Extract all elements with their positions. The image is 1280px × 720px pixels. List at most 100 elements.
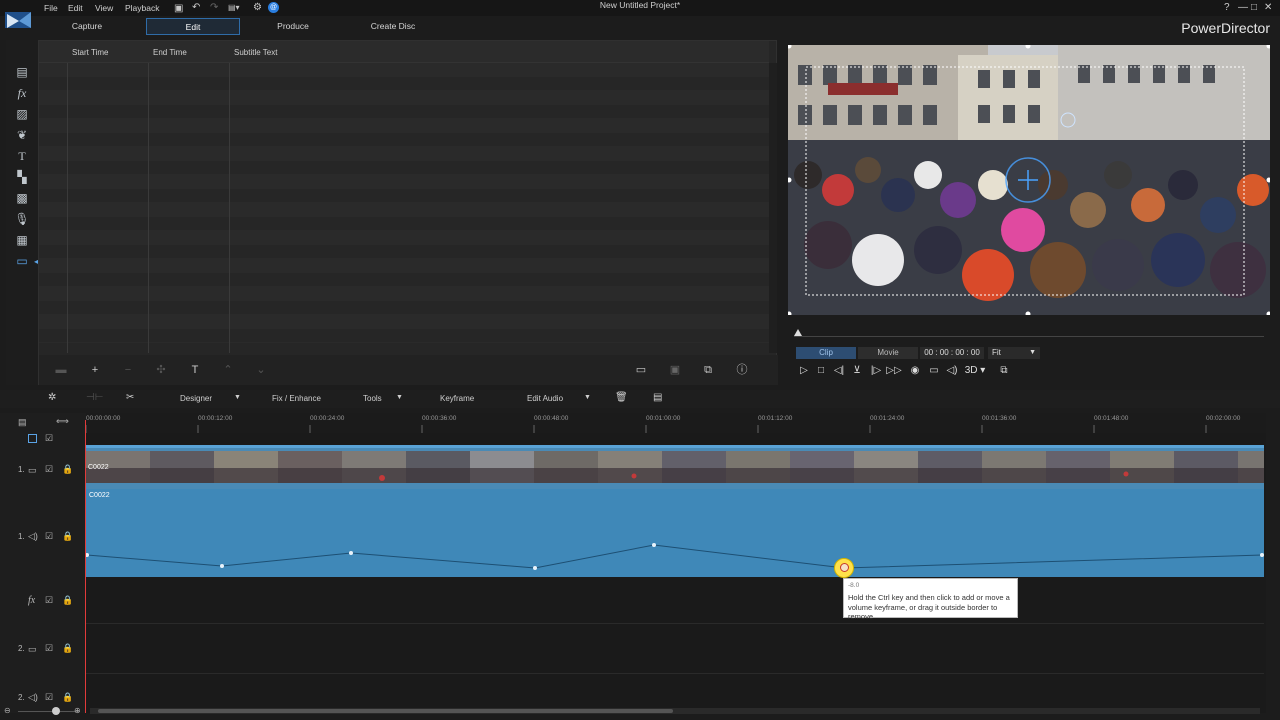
video-track-2-icon: ▭: [28, 644, 37, 654]
menu-playback[interactable]: Playback: [125, 3, 160, 13]
timeline-hscroll-thumb[interactable]: [98, 709, 673, 713]
play-icon[interactable]: ▷: [796, 363, 812, 379]
tab-edit[interactable]: Edit: [146, 18, 240, 35]
voiceover-icon[interactable]: 🎙: [14, 211, 30, 227]
audio-track-1-lock-icon[interactable]: 🔒: [62, 531, 73, 542]
settings-icon[interactable]: ⚙: [253, 2, 262, 13]
notification-icon[interactable]: @: [268, 2, 279, 13]
ruler-tick: 00:00:48:00: [534, 415, 569, 422]
audio-track-2-lock-icon[interactable]: 🔒: [62, 692, 73, 703]
undock-icon[interactable]: ⧉: [996, 363, 1012, 379]
split-clip-icon[interactable]: ⊣⊢: [86, 392, 103, 403]
volume-keyframe-marker[interactable]: [834, 558, 854, 578]
split-icon[interactable]: ⊻: [849, 363, 865, 379]
audio-track-2-enable-icon[interactable]: ☑: [45, 692, 53, 703]
audio-track-1-enable-icon[interactable]: ☑: [45, 531, 53, 542]
transition-room-icon[interactable]: ▚: [14, 169, 30, 185]
col-subtitle-text[interactable]: Subtitle Text: [234, 48, 277, 57]
trash-icon[interactable]: 🗑: [615, 392, 628, 403]
subtitle-preview-icon[interactable]: ▭: [926, 363, 942, 379]
fast-forward-icon[interactable]: ▷▷: [886, 363, 902, 379]
help-icon[interactable]: ?: [1224, 2, 1230, 13]
export-icon[interactable]: ▣: [667, 363, 683, 377]
clip-mode-button[interactable]: Clip: [796, 347, 856, 359]
video-clip[interactable]: C0022: [86, 445, 1264, 489]
playhead[interactable]: [85, 420, 86, 713]
audio-clip[interactable]: C0022: [86, 489, 1264, 577]
add-subtitle-icon[interactable]: +: [87, 363, 103, 377]
menu-view[interactable]: View: [95, 3, 113, 13]
audio-mixing-icon[interactable]: ▩: [14, 190, 30, 206]
sync-icon[interactable]: ⧉: [700, 363, 716, 377]
fx-track-enable-icon[interactable]: ☑: [45, 595, 53, 606]
title-room-icon[interactable]: T: [14, 148, 30, 164]
minimize-icon[interactable]: —: [1238, 2, 1248, 13]
remove-subtitle-icon[interactable]: −: [120, 363, 136, 377]
subtitle-room-icon[interactable]: ▭: [14, 253, 30, 269]
select-all-checkbox[interactable]: [28, 434, 37, 443]
zoom-out-icon[interactable]: ⊖: [4, 706, 11, 715]
save-icon[interactable]: ▣: [174, 3, 183, 14]
maximize-icon[interactable]: □: [1251, 2, 1257, 13]
zoom-select[interactable]: Fit ▼: [988, 347, 1040, 359]
enable-all-check-icon[interactable]: ☑: [45, 433, 53, 444]
edit-audio-menu[interactable]: Edit Audio: [527, 394, 563, 403]
stop-icon[interactable]: □: [813, 363, 829, 379]
undo-icon[interactable]: ↶: [192, 2, 200, 13]
keyframe-button[interactable]: Keyframe: [440, 394, 474, 403]
fx-room-icon[interactable]: fx: [14, 85, 30, 101]
volume-icon[interactable]: ◁): [944, 363, 960, 379]
chapter-room-icon[interactable]: ▦: [14, 232, 30, 248]
timeline-ruler[interactable]: 00:00:00:00 00:00:12:00 00:00:24:00 00:0…: [86, 413, 1266, 433]
zoom-in-icon[interactable]: ⊕: [74, 706, 81, 715]
info-icon[interactable]: ⓘ: [734, 363, 750, 377]
scrubber-handle-icon[interactable]: [794, 329, 802, 336]
more-tools-icon[interactable]: ▤: [653, 392, 662, 403]
fix-enhance-button[interactable]: Fix / Enhance: [272, 394, 321, 403]
3d-mode-button[interactable]: 3D ▾: [962, 363, 988, 379]
col-start-time[interactable]: Start Time: [72, 48, 108, 57]
col-end-time[interactable]: End Time: [153, 48, 187, 57]
tab-produce[interactable]: Produce: [246, 18, 340, 35]
media-room-icon[interactable]: ▤: [14, 64, 30, 80]
merge-subtitle-icon[interactable]: ✣: [153, 363, 169, 377]
video-track-1-enable-icon[interactable]: ☑: [45, 464, 53, 475]
tab-capture[interactable]: Capture: [40, 18, 134, 35]
menu-edit[interactable]: Edit: [68, 3, 83, 13]
video-track-2-lock-icon[interactable]: 🔒: [62, 643, 73, 654]
designer-menu[interactable]: Designer: [180, 394, 212, 403]
move-up-icon[interactable]: ⌃: [220, 363, 236, 377]
scissors-icon[interactable]: ✂: [126, 392, 134, 403]
text-format-icon[interactable]: T: [187, 363, 203, 377]
preview-scrubber[interactable]: [788, 327, 1270, 341]
snapshot-icon[interactable]: ◉: [907, 363, 923, 379]
timeline-tracks[interactable]: C0022 C0022: [86, 433, 1274, 713]
video-track-2-enable-icon[interactable]: ☑: [45, 643, 53, 654]
tools-menu[interactable]: Tools: [363, 394, 382, 403]
menu-file[interactable]: File: [44, 3, 58, 13]
subtitle-scrollbar[interactable]: [769, 63, 777, 353]
close-icon[interactable]: ✕: [1264, 2, 1272, 13]
previous-frame-icon[interactable]: ◁|: [831, 363, 847, 379]
move-down-icon[interactable]: ⌄: [253, 363, 269, 377]
tooltip-text: Hold the Ctrl key and then click to add …: [848, 593, 1010, 621]
preview-window[interactable]: [788, 45, 1270, 315]
fx-track-lock-icon[interactable]: 🔒: [62, 595, 73, 606]
import-file-icon[interactable]: ▭: [633, 363, 649, 377]
tab-create-disc[interactable]: Create Disc: [346, 18, 440, 35]
zoom-handle[interactable]: [52, 707, 60, 715]
fit-timeline-icon[interactable]: ⟺: [56, 416, 69, 427]
redo-icon[interactable]: ↷: [210, 2, 218, 13]
movie-mode-button[interactable]: Movie: [858, 347, 918, 359]
next-frame-icon[interactable]: |▷: [868, 363, 884, 379]
video-track-1-lock-icon[interactable]: 🔒: [62, 464, 73, 475]
resolution-icon[interactable]: ▤▾: [228, 3, 240, 12]
timecode-display[interactable]: 00 : 00 : 00 : 00: [920, 347, 984, 359]
timeline-zoom-slider[interactable]: ⊖ ⊕: [4, 706, 84, 716]
track-manager-icon[interactable]: ▤: [18, 417, 27, 428]
particle-room-icon[interactable]: ❦: [14, 127, 30, 143]
pip-room-icon[interactable]: ▨: [14, 106, 30, 122]
timeline-vscroll[interactable]: [1266, 433, 1274, 713]
magic-tools-icon[interactable]: ✲: [48, 392, 56, 403]
import-subtitle-icon[interactable]: ▬: [53, 363, 69, 377]
